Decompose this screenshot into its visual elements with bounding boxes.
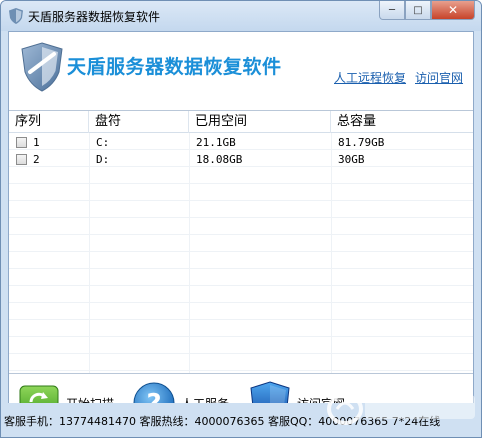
banner: 天盾服务器数据恢复软件 人工远程恢复 访问官网 xyxy=(9,32,473,110)
column-divider xyxy=(89,133,90,373)
remote-recovery-link[interactable]: 人工远程恢复 xyxy=(334,69,406,86)
row-checkbox[interactable] xyxy=(16,137,27,148)
minimize-button[interactable]: ─ xyxy=(379,1,405,20)
drive-list[interactable]: 序列 盘符 已用空间 总容量 1 C: 21.1GB 81.79GB 2 D: … xyxy=(9,110,473,374)
column-header-seq[interactable]: 序列 xyxy=(9,111,89,133)
title-bar[interactable]: 天盾服务器数据恢复软件 ─ □ ✕ xyxy=(1,1,481,31)
cell-drive: C: xyxy=(96,136,110,149)
client-area: 天盾服务器数据恢复软件 人工远程恢复 访问官网 序列 盘符 已用空间 总容量 1… xyxy=(8,31,474,433)
column-divider xyxy=(331,133,332,373)
window-title: 天盾服务器数据恢复软件 xyxy=(28,10,161,24)
cell-used: 18.08GB xyxy=(196,153,243,166)
shield-logo-icon xyxy=(21,42,63,92)
maximize-button[interactable]: □ xyxy=(405,1,431,20)
list-header: 序列 盘符 已用空间 总容量 xyxy=(9,111,473,133)
column-header-total[interactable]: 总容量 xyxy=(331,111,473,133)
cell-total: 30GB xyxy=(338,153,365,166)
app-window: 天盾服务器数据恢复软件 ─ □ ✕ 天盾服务器数据恢复软件 人工远程恢复 访问官… xyxy=(0,0,482,438)
cell-drive: D: xyxy=(96,153,110,166)
official-site-link[interactable]: 访问官网 xyxy=(415,69,463,86)
cell-total: 81.79GB xyxy=(338,136,385,149)
close-button[interactable]: ✕ xyxy=(431,1,475,20)
shield-icon xyxy=(9,8,23,24)
status-bar: 客服手机：13774481470 客服热线：4000076365 客服QQ：40… xyxy=(1,403,481,437)
grid-lines xyxy=(9,133,473,373)
window-controls: ─ □ ✕ xyxy=(379,1,475,21)
column-header-drive[interactable]: 盘符 xyxy=(89,111,189,133)
cell-seq: 2 xyxy=(33,153,40,166)
cell-used: 21.1GB xyxy=(196,136,236,149)
column-header-used[interactable]: 已用空间 xyxy=(189,111,331,133)
column-divider xyxy=(189,133,190,373)
table-row[interactable]: 2 D: 18.08GB 30GB xyxy=(9,151,473,168)
cell-seq: 1 xyxy=(33,136,40,149)
contact-info: 客服手机：13774481470 客服热线：4000076365 客服QQ：40… xyxy=(4,415,441,428)
table-row[interactable]: 1 C: 21.1GB 81.79GB xyxy=(9,134,473,151)
row-checkbox[interactable] xyxy=(16,154,27,165)
app-title: 天盾服务器数据恢复软件 xyxy=(67,56,282,78)
